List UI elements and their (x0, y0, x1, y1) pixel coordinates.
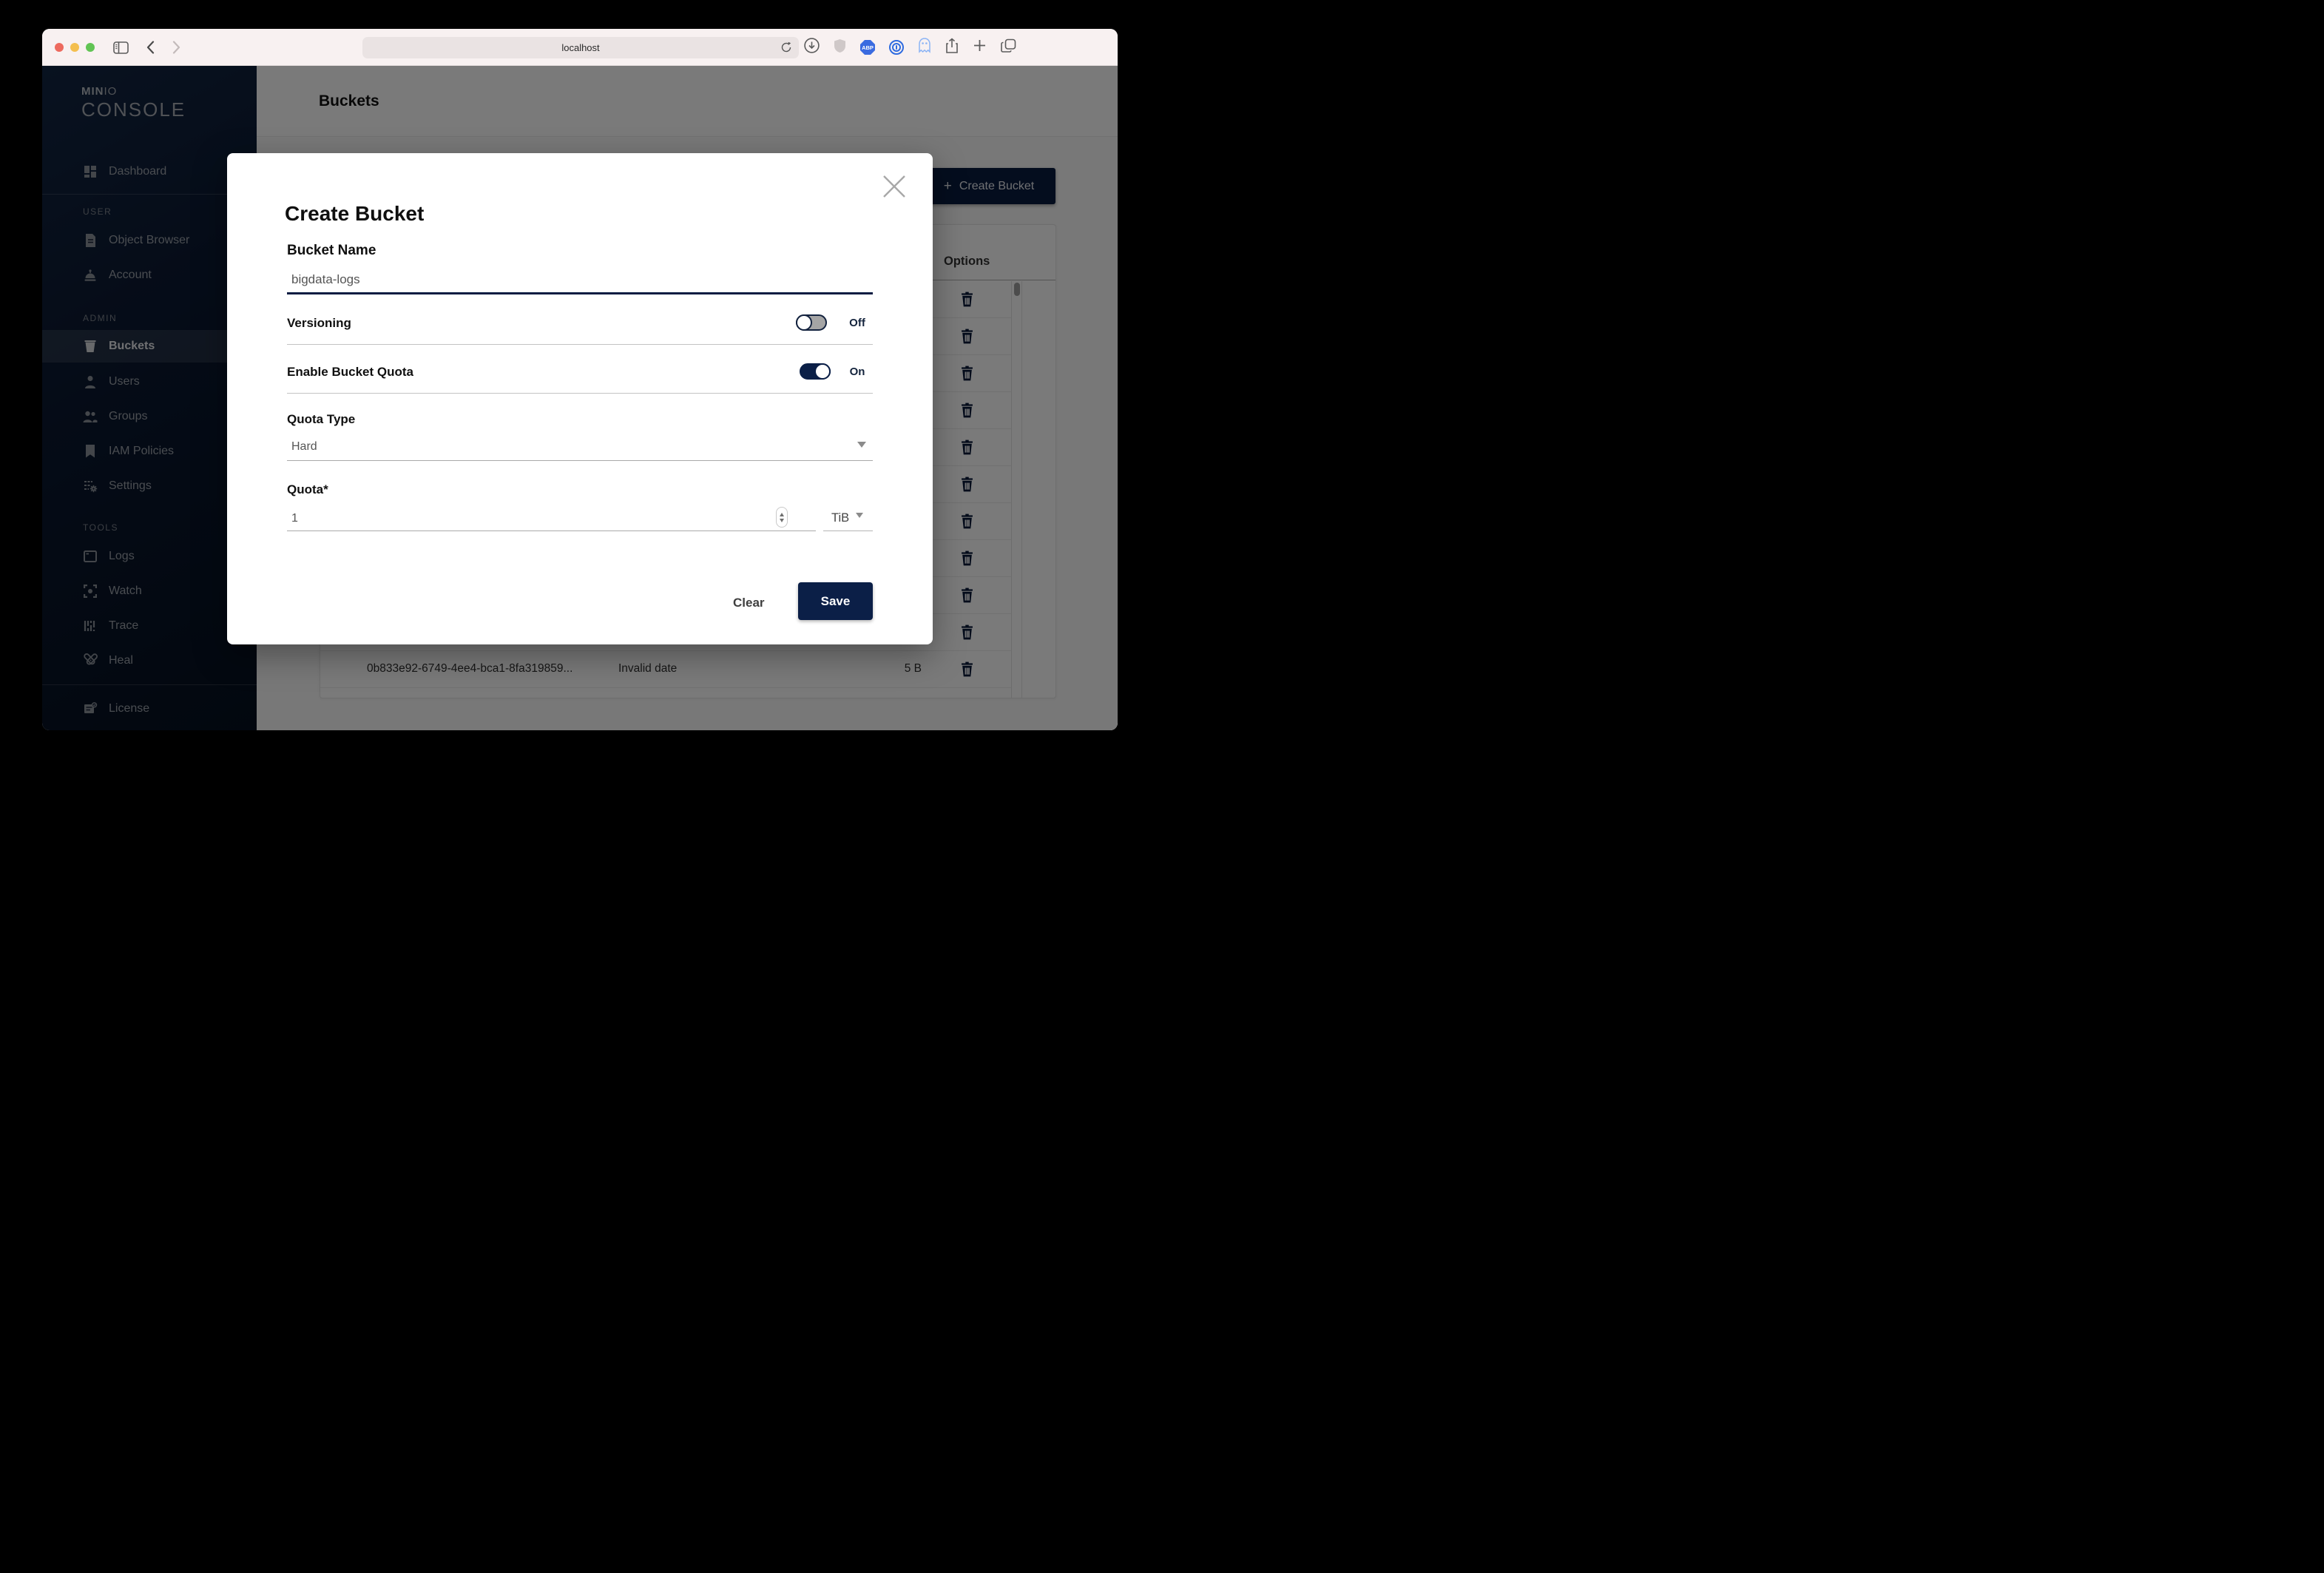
downloads-icon[interactable] (804, 38, 820, 57)
versioning-state: Off (849, 317, 865, 329)
bucket-name-input[interactable] (287, 267, 873, 294)
url-text: localhost (561, 42, 600, 53)
address-bar[interactable]: localhost (362, 37, 799, 58)
quota-underline (287, 530, 816, 531)
quota-unit-underline (823, 530, 873, 531)
unit-chevron-down-icon[interactable] (856, 513, 863, 518)
create-bucket-modal: Create Bucket Bucket Name Versioning Off… (227, 153, 933, 644)
new-tab-icon[interactable] (973, 38, 987, 56)
ghostery-icon[interactable] (918, 38, 931, 57)
enable-quota-toggle[interactable] (800, 363, 831, 380)
modal-title: Create Bucket (285, 202, 425, 225)
tab-overview-icon[interactable] (1001, 38, 1016, 57)
versioning-toggle[interactable] (796, 314, 827, 331)
stepper-down-icon[interactable] (780, 518, 784, 522)
browser-window: localhost ABP Create Bucket Bucket Name … (42, 29, 1118, 730)
enable-quota-state: On (849, 366, 865, 378)
divider (287, 344, 873, 345)
clear-button[interactable]: Clear (724, 590, 774, 616)
quota-type-underline (287, 460, 873, 461)
quota-label: Quota* (287, 482, 328, 496)
shield-icon[interactable] (834, 38, 846, 57)
enable-bucket-quota-label: Enable Bucket Quota (287, 365, 413, 379)
chevron-down-icon[interactable] (857, 442, 866, 448)
divider (287, 393, 873, 394)
share-icon[interactable] (945, 37, 959, 58)
stepper-up-icon[interactable] (780, 512, 784, 516)
desktop: { "colors": { "primary_navy": "#081C42",… (0, 0, 1162, 786)
zoom-window-button[interactable] (86, 43, 95, 52)
toggle-knob (814, 363, 831, 380)
toggle-knob (796, 314, 812, 331)
quota-type-value[interactable]: Hard (291, 440, 317, 454)
minimize-window-button[interactable] (70, 43, 79, 52)
browser-toolbar: localhost ABP (42, 29, 1118, 66)
bucket-name-label: Bucket Name (287, 243, 376, 258)
reload-icon[interactable] (780, 41, 792, 57)
quota-stepper[interactable] (776, 507, 788, 528)
versioning-label: Versioning (287, 316, 351, 330)
quota-type-label: Quota Type (287, 412, 356, 426)
onepassword-icon[interactable] (889, 40, 904, 55)
adblock-plus-icon[interactable]: ABP (860, 40, 875, 55)
app-viewport: MINIO CONSOLE Dashboard USER Object Brow… (42, 66, 1118, 730)
forward-icon[interactable] (170, 29, 182, 66)
traffic-lights (55, 43, 95, 52)
close-modal-button[interactable] (879, 172, 909, 202)
save-button[interactable]: Save (798, 582, 873, 620)
quota-input[interactable] (287, 508, 775, 529)
quota-unit-value[interactable]: TiB (831, 511, 849, 525)
back-icon[interactable] (144, 29, 156, 66)
toolbar-extensions: ABP (804, 29, 1016, 66)
sidebar-toggle-icon[interactable] (112, 29, 129, 66)
close-window-button[interactable] (55, 43, 64, 52)
